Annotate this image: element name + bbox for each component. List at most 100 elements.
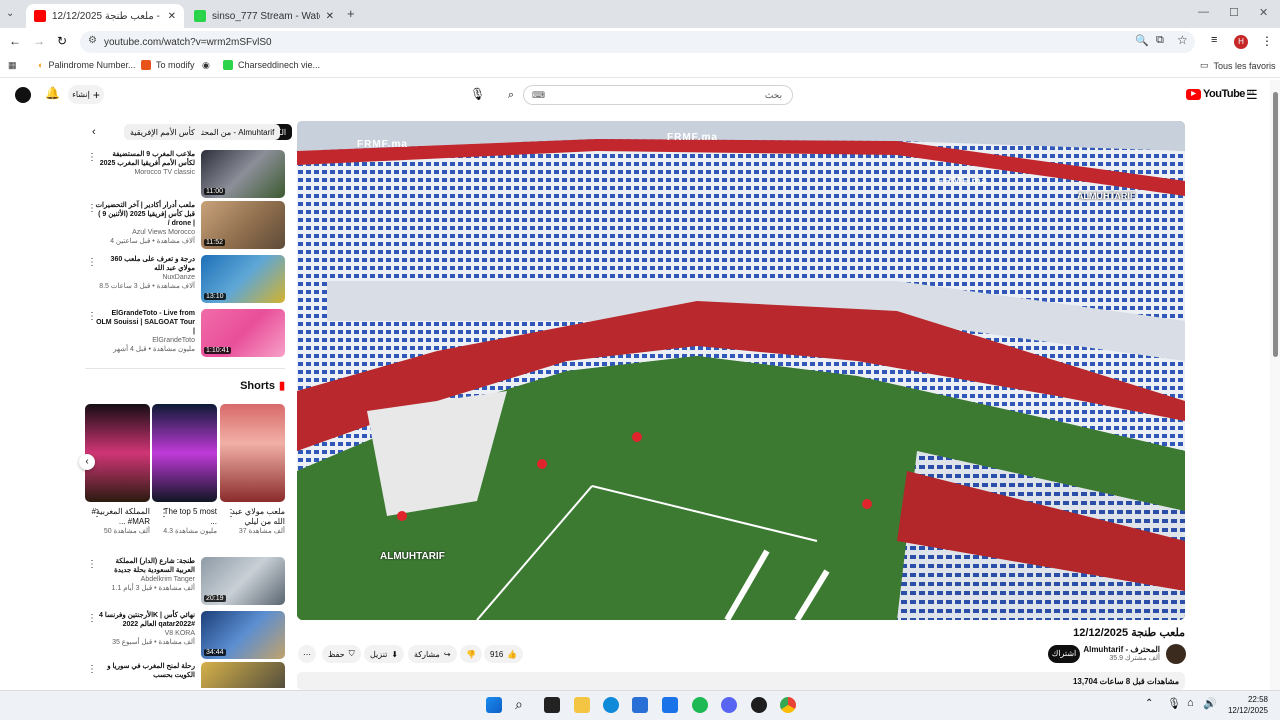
shorts-icon: ▮: [278, 380, 285, 392]
site-info-icon[interactable]: ⚙: [88, 35, 97, 46]
forward-icon[interactable]: →: [33, 34, 45, 48]
reload-icon[interactable]: ↻: [57, 34, 67, 48]
banner-text: FRMF.ma: [937, 176, 988, 187]
profile-avatar[interactable]: H: [1234, 35, 1248, 49]
video-player[interactable]: FRMF.ma FRMF.ma FRMF.ma ALMUHTARIF ALMUH…: [297, 121, 1185, 620]
network-icon[interactable]: ⌂: [1187, 697, 1194, 709]
tab-youtube[interactable]: 12/12/2025 ملعب طنجة - e ✕: [26, 4, 184, 28]
chip-scroll-left-icon[interactable]: ‹: [92, 126, 96, 138]
video-thumbnail[interactable]: 34:44: [201, 611, 285, 659]
task-view-icon[interactable]: [544, 697, 560, 713]
share-button[interactable]: مشاركة ↪: [408, 645, 457, 663]
plus-icon: +: [92, 87, 100, 102]
short-thumbnail[interactable]: [152, 404, 217, 502]
description-box[interactable]: 13,704 مشاهدات قبل 8 ساعات: [297, 672, 1185, 690]
video-thumbnail[interactable]: 11:52: [201, 201, 285, 249]
stadium-frame: [297, 121, 1185, 620]
video-thumbnail[interactable]: 13:10: [201, 255, 285, 303]
more-icon[interactable]: ⋮: [92, 508, 102, 519]
banner-text: FRMF.ma: [357, 139, 408, 150]
clip-button[interactable]: حفظ ⛉: [322, 645, 361, 663]
channel-info[interactable]: Almuhtarif - المحترف 35.9 ألف مشترك: [1080, 645, 1160, 662]
address-bar[interactable]: ⚙ youtube.com/watch?v=wrm2mSFvlS0 🔍 ⧉ ☆: [80, 31, 1195, 53]
like-button[interactable]: 916 👍: [484, 645, 524, 663]
windows-start-icon[interactable]: [486, 697, 502, 713]
search-icon[interactable]: ⌕: [515, 696, 523, 713]
folder-icon: ▭: [1200, 60, 1209, 70]
close-icon[interactable]: ✕: [168, 11, 176, 22]
microphone-icon[interactable]: 🎙: [1167, 697, 1181, 710]
search-icon: ⌕: [507, 88, 515, 101]
browser-menu-icon[interactable]: ⋮: [1261, 34, 1273, 48]
dislike-button[interactable]: 👎: [460, 645, 482, 663]
video-thumbnail[interactable]: 11:00: [201, 150, 285, 198]
bookmark-item[interactable]: Charseddinech vie...: [223, 60, 320, 70]
clock[interactable]: 22:58 12/12/2025: [1224, 694, 1268, 716]
file-explorer-icon[interactable]: [574, 697, 590, 713]
more-actions-button[interactable]: ⋯: [298, 645, 316, 663]
tab-kick[interactable]: sinso_777 Stream - Watch Live - ✕: [186, 4, 342, 28]
video-thumbnail[interactable]: 1:10:41: [201, 309, 285, 357]
apps-icon[interactable]: ▦: [8, 60, 17, 71]
short-thumbnail[interactable]: [85, 404, 150, 502]
list-item[interactable]: ⋮ رحلة لمنح المغرب في سوريا و الكويت بحس…: [85, 662, 285, 688]
download-icon: ⬇: [391, 649, 399, 659]
search-button[interactable]: ⌕: [500, 85, 522, 105]
keyboard-icon[interactable]: ⌨: [532, 90, 545, 101]
share-icon: ↪: [443, 649, 451, 659]
shorts-prev-icon[interactable]: ‹: [79, 454, 95, 470]
list-item[interactable]: ⋮ ملعب أدرار أكادير | آخر التحضيرات قبل …: [85, 201, 285, 251]
new-tab-button[interactable]: +: [347, 6, 355, 21]
minimize-icon[interactable]: —: [1198, 6, 1209, 18]
volume-icon[interactable]: 🔊: [1203, 697, 1217, 710]
chip-afcon[interactable]: كأس الأمم الإفريقية: [124, 124, 201, 140]
github-icon[interactable]: ◉: [202, 60, 210, 71]
bookmark-item[interactable]: To modify: [141, 60, 195, 70]
back-icon[interactable]: ←: [9, 34, 21, 48]
video-title: ملعب طنجة 12/12/2025: [1073, 627, 1185, 639]
all-bookmarks[interactable]: ▭ Tous les favoris: [1200, 60, 1276, 71]
edge-icon[interactable]: [603, 697, 619, 713]
video-thumbnail[interactable]: 20:19: [201, 557, 285, 605]
page-scrollbar[interactable]: [1270, 80, 1280, 690]
thumbs-up-icon: 👍: [507, 649, 518, 659]
more-icon[interactable]: ⋮: [159, 508, 169, 519]
notifications-icon[interactable]: 🔔: [45, 86, 60, 100]
voice-search-icon[interactable]: 🎙: [470, 87, 485, 101]
search-input[interactable]: ⌨ بحث: [523, 85, 793, 105]
guide-menu-icon[interactable]: ☰: [1246, 87, 1258, 103]
bookmark-star-icon[interactable]: ☆: [1177, 33, 1188, 47]
maximize-icon[interactable]: ☐: [1229, 6, 1239, 19]
install-icon[interactable]: ⧉: [1156, 34, 1164, 47]
obs-icon[interactable]: [751, 697, 767, 713]
short-thumbnail[interactable]: [220, 404, 285, 502]
outlook-icon[interactable]: [662, 697, 678, 713]
zoom-icon[interactable]: 🔍: [1135, 34, 1149, 47]
spotify-icon[interactable]: [692, 697, 708, 713]
extensions-icon[interactable]: ≡: [1211, 34, 1217, 46]
channel-avatar[interactable]: [1166, 644, 1186, 664]
subscribe-button[interactable]: اشتراك: [1048, 645, 1080, 663]
video-thumbnail[interactable]: [201, 662, 285, 688]
tab-search-icon[interactable]: ⌄: [6, 8, 14, 19]
close-icon[interactable]: ✕: [326, 11, 334, 22]
create-button[interactable]: إنشاء +: [68, 85, 104, 104]
browser-tab-strip: ⌄ 12/12/2025 ملعب طنجة - e ✕ sinso_777 S…: [0, 0, 1280, 28]
list-item[interactable]: ⋮ ElGrandeToto - Live from OLM Souissi |…: [85, 309, 285, 359]
tray-chevron-icon[interactable]: ⌃: [1145, 698, 1153, 709]
more-icon[interactable]: ⋮: [226, 508, 236, 519]
discord-icon[interactable]: [721, 697, 737, 713]
chrome-icon[interactable]: [780, 697, 796, 713]
list-item[interactable]: ⋮ ملاعب المغرب 9 المستضيفة لكأس الأمم أف…: [85, 150, 285, 200]
bookmark-item[interactable]: ◐ Palindrome Number...: [38, 60, 135, 70]
account-avatar[interactable]: [15, 87, 31, 103]
download-button[interactable]: تنزيل ⬇: [364, 645, 405, 663]
youtube-logo[interactable]: ▶ YouTube MA: [1186, 88, 1254, 100]
store-icon[interactable]: [632, 697, 648, 713]
scroll-thumb[interactable]: [1273, 92, 1278, 357]
list-item[interactable]: ⋮ الأرجنتين وفرنسا 4K | نهائي كأس العالم…: [85, 611, 285, 661]
list-item[interactable]: ⋮ 360 درجة و تعرف على ملعب مولاي عبد الل…: [85, 255, 285, 305]
close-window-icon[interactable]: ✕: [1259, 6, 1268, 19]
kick-favicon-icon: [223, 60, 233, 70]
list-item[interactable]: ⋮ طنجة: شارع (الدار) المملكة العربية الس…: [85, 557, 285, 607]
